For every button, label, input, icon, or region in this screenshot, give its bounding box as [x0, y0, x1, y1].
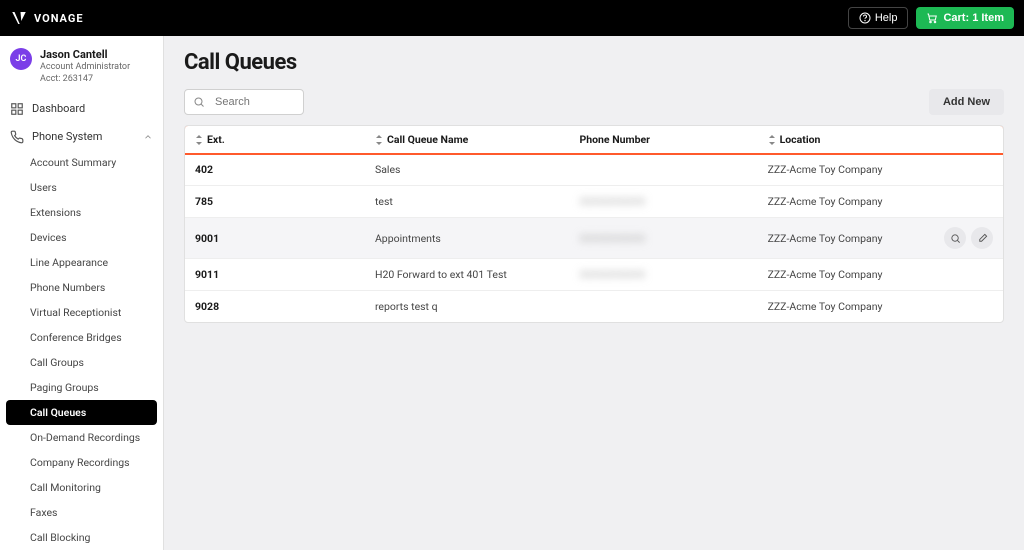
sidebar-item-paging-groups[interactable]: Paging Groups: [0, 375, 163, 400]
cell-phone: XXXXXXXXXX: [569, 218, 757, 259]
cell-location: ZZZ-Acme Toy Company: [758, 154, 1003, 186]
cell-phone: [569, 154, 757, 186]
nav-sublist: Account SummaryUsersExtensionsDevicesLin…: [0, 150, 163, 550]
table-row[interactable]: 9001AppointmentsXXXXXXXXXXZZZ-Acme Toy C…: [185, 218, 1003, 259]
page-title: Call Queues: [184, 50, 1004, 75]
col-location[interactable]: Location: [758, 126, 1003, 154]
col-phone[interactable]: Phone Number: [569, 126, 757, 154]
cell-location: ZZZ-Acme Toy Company: [758, 186, 1003, 218]
nav-phone-system-label: Phone System: [32, 130, 102, 143]
nav: Dashboard Phone System Account SummaryUs…: [0, 96, 163, 550]
nav-phone-system[interactable]: Phone System: [0, 124, 163, 150]
sort-icon: [768, 135, 776, 145]
cell-name: reports test q: [365, 291, 570, 323]
nav-dashboard[interactable]: Dashboard: [0, 96, 163, 122]
nav-dashboard-label: Dashboard: [32, 102, 85, 115]
cell-ext: 9028: [185, 291, 365, 323]
help-icon: [859, 12, 871, 24]
sidebar-item-call-queues[interactable]: Call Queues: [6, 400, 157, 425]
cell-ext: 9001: [185, 218, 365, 259]
sidebar-item-users[interactable]: Users: [0, 175, 163, 200]
table-body: 402SalesZZZ-Acme Toy Company785testXXXXX…: [185, 154, 1003, 323]
table-row[interactable]: 9028reports test q ZZZ-Acme Toy Company: [185, 291, 1003, 323]
sidebar-item-line-appearance[interactable]: Line Appearance: [0, 250, 163, 275]
col-ext[interactable]: Ext.: [185, 126, 365, 154]
call-queues-table: Ext. Call Queue Name Phone Number Locati…: [185, 126, 1003, 322]
help-label: Help: [875, 12, 898, 24]
dashboard-icon: [10, 102, 24, 116]
table-row[interactable]: 785testXXXXXXXXXXZZZ-Acme Toy Company: [185, 186, 1003, 218]
cell-name: H20 Forward to ext 401 Test: [365, 259, 570, 291]
row-actions: [944, 227, 993, 249]
user-role: Account Administrator: [40, 62, 130, 74]
cell-phone: [569, 291, 757, 323]
avatar: JC: [10, 48, 32, 70]
cell-name: Sales: [365, 154, 570, 186]
sidebar-item-virtual-receptionist[interactable]: Virtual Receptionist: [0, 300, 163, 325]
cart-button[interactable]: Cart: 1 Item: [916, 7, 1014, 29]
cell-location: ZZZ-Acme Toy Company: [758, 218, 1003, 259]
table-row[interactable]: 402Sales ZZZ-Acme Toy Company: [185, 154, 1003, 186]
search-icon: [193, 96, 205, 108]
cell-ext: 785: [185, 186, 365, 218]
sidebar-item-faxes[interactable]: Faxes: [0, 500, 163, 525]
sidebar-item-company-recordings[interactable]: Company Recordings: [0, 450, 163, 475]
logo[interactable]: VONAGE: [10, 9, 84, 27]
col-name[interactable]: Call Queue Name: [365, 126, 570, 154]
sort-icon: [375, 135, 383, 145]
toolbar: Add New: [184, 89, 1004, 115]
cell-ext: 402: [185, 154, 365, 186]
topbar-right: Help Cart: 1 Item: [848, 7, 1014, 29]
cell-phone: XXXXXXXXXX: [569, 186, 757, 218]
sidebar-item-conference-bridges[interactable]: Conference Bridges: [0, 325, 163, 350]
chevron-up-icon: [143, 132, 153, 142]
content: Call Queues Add New Ext. Call Queue Name…: [164, 36, 1024, 550]
user-name: Jason Cantell: [40, 48, 130, 62]
phone-icon: [10, 130, 24, 144]
sidebar-item-phone-numbers[interactable]: Phone Numbers: [0, 275, 163, 300]
cart-icon: [926, 12, 938, 24]
sidebar-item-on-demand-recordings[interactable]: On-Demand Recordings: [0, 425, 163, 450]
topbar: VONAGE Help Cart: 1 Item: [0, 0, 1024, 36]
sidebar-item-devices[interactable]: Devices: [0, 225, 163, 250]
edit-icon[interactable]: [971, 227, 993, 249]
cell-location: ZZZ-Acme Toy Company: [758, 291, 1003, 323]
sidebar-item-call-groups[interactable]: Call Groups: [0, 350, 163, 375]
view-icon[interactable]: [944, 227, 966, 249]
add-new-button[interactable]: Add New: [929, 89, 1004, 115]
cell-ext: 9011: [185, 259, 365, 291]
table-header-row: Ext. Call Queue Name Phone Number Locati…: [185, 126, 1003, 154]
table-row[interactable]: 9011H20 Forward to ext 401 TestXXXXXXXXX…: [185, 259, 1003, 291]
sidebar: JC Jason Cantell Account Administrator A…: [0, 36, 164, 550]
sort-icon: [195, 135, 203, 145]
sidebar-item-call-blocking[interactable]: Call Blocking: [0, 525, 163, 550]
help-button[interactable]: Help: [848, 7, 909, 29]
user-block[interactable]: JC Jason Cantell Account Administrator A…: [0, 36, 163, 96]
vonage-logo-icon: [10, 9, 28, 27]
search-box: [184, 89, 304, 115]
cell-phone: XXXXXXXXXX: [569, 259, 757, 291]
brand-text: VONAGE: [34, 12, 84, 25]
sidebar-item-account-summary[interactable]: Account Summary: [0, 150, 163, 175]
cart-label: Cart: 1 Item: [943, 12, 1004, 24]
user-info: Jason Cantell Account Administrator Acct…: [40, 48, 130, 86]
sidebar-item-call-monitoring[interactable]: Call Monitoring: [0, 475, 163, 500]
table-wrap: Ext. Call Queue Name Phone Number Locati…: [184, 125, 1004, 323]
cell-name: Appointments: [365, 218, 570, 259]
user-acct: Acct: 263147: [40, 74, 130, 86]
cell-name: test: [365, 186, 570, 218]
cell-location: ZZZ-Acme Toy Company: [758, 259, 1003, 291]
sidebar-item-extensions[interactable]: Extensions: [0, 200, 163, 225]
